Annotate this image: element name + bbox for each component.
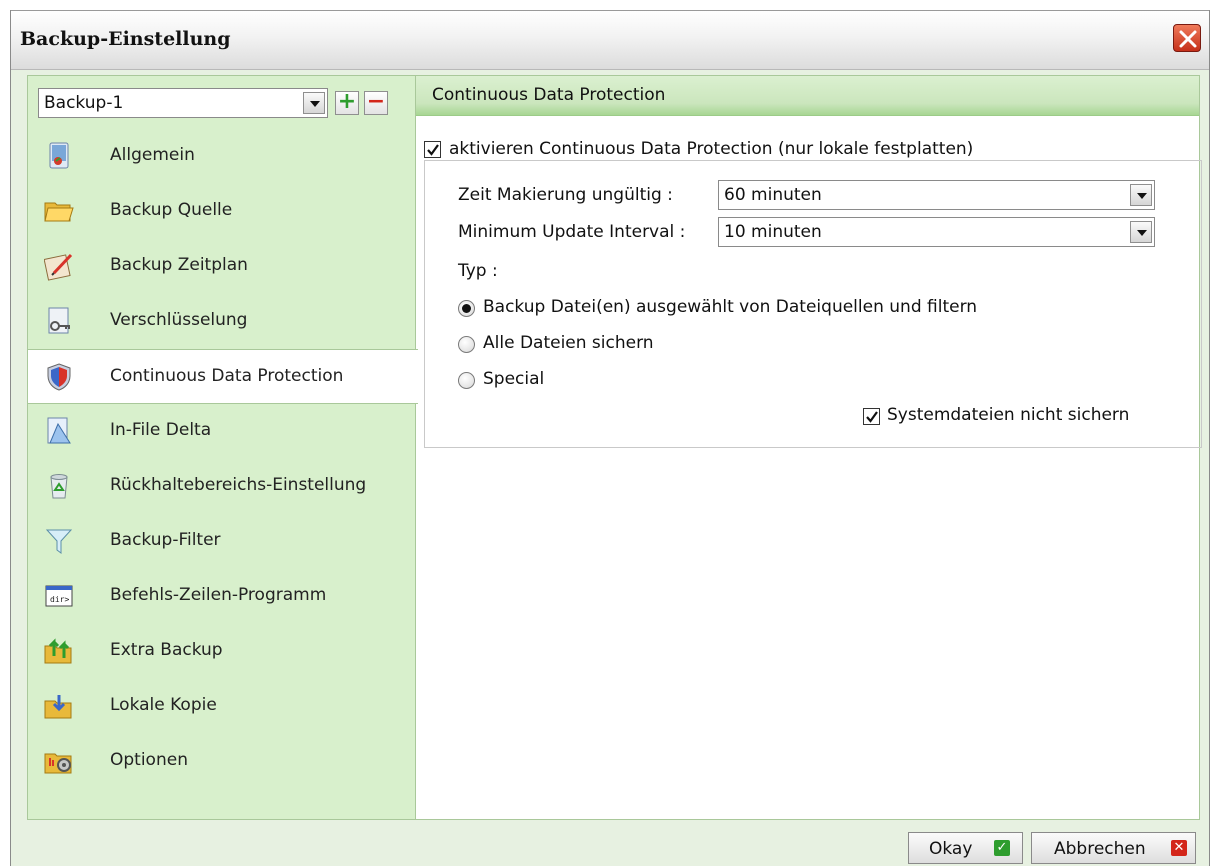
cancel-button-label: Abbrechen [1054,839,1146,859]
sidebar-item-backup-filter[interactable]: Backup-Filter [28,514,415,569]
checkmark-icon [866,411,878,423]
sidebar-item-label: Rückhaltebereichs-Einstellung [110,475,367,495]
type-radio-all-files[interactable] [458,336,475,353]
encryption-key-icon [48,307,70,334]
min-interval-value: 10 minuten [724,222,822,242]
close-icon [1179,30,1197,48]
min-interval-label: Minimum Update Interval : [458,222,686,242]
sidebar-item-extra-backup[interactable]: Extra Backup [28,624,415,679]
sidebar-item-label: Backup-Filter [110,530,221,550]
sidebar-item-label: Backup Quelle [110,200,233,220]
sidebar-item-label: Extra Backup [110,640,223,660]
sidebar-item-local-copy[interactable]: Lokale Kopie [28,679,415,734]
check-icon: ✓ [994,840,1010,856]
type-label-selected-files[interactable]: Backup Datei(en) ausgewählt von Dateique… [483,297,977,317]
sidebar-item-retention[interactable]: Rückhaltebereichs-Einstellung [28,459,415,514]
recycle-bin-icon [50,474,68,499]
type-radio-special[interactable] [458,372,475,389]
sidebar-item-label: Backup Zeitplan [110,255,248,275]
sidebar-item-label: Optionen [110,750,188,770]
sidebar-item-backup-source[interactable]: Backup Quelle [28,184,415,239]
checkmark-icon [427,144,439,156]
sidebar-item-label: In-File Delta [110,420,212,440]
window-title: Backup-Einstellung [20,28,231,50]
title-bar[interactable]: Backup-Einstellung [11,10,1209,70]
sidebar-item-cdp[interactable]: Continuous Data Protection [28,349,418,404]
sidebar-item-command-line[interactable]: dir> Befehls-Zeilen-Programm [28,569,415,624]
chevron-down-icon[interactable] [303,92,325,114]
sidebar-item-label: Befehls-Zeilen-Programm [110,585,327,605]
local-copy-icon [44,695,72,719]
type-radio-selected-files[interactable] [458,300,475,317]
svg-text:dir>: dir> [50,595,69,604]
sidebar-item-in-file-delta[interactable]: In-File Delta [28,404,415,459]
mark-invalid-value: 60 minuten [724,185,822,205]
sidebar-item-encryption[interactable]: Verschlüsselung [28,294,415,349]
profile-select-value: Backup-1 [44,93,124,113]
cancel-button[interactable]: Abbrechen ✕ [1031,832,1196,864]
sidebar-item-backup-schedule[interactable]: Backup Zeitplan [28,239,415,294]
sidebar-item-label: Continuous Data Protection [110,366,344,386]
settings-panel: Continuous Data Protection aktivieren Co… [415,75,1202,820]
general-icon [49,142,69,169]
sidebar-item-label: Allgemein [110,145,195,165]
enable-cdp-label[interactable]: aktivieren Continuous Data Protection (n… [449,139,973,159]
command-line-icon: dir> [45,585,73,607]
ok-button[interactable]: Okay ✓ [908,832,1023,864]
extra-backup-icon [44,638,72,664]
ok-button-label: Okay [929,839,973,859]
schedule-icon [44,253,73,281]
sidebar-item-options[interactable]: Optionen [28,734,415,789]
profile-row: Backup-1 + − [38,88,408,118]
type-label: Typ : [458,261,498,281]
close-button[interactable] [1173,24,1201,52]
options-icon [44,753,72,774]
add-profile-button[interactable]: + [335,91,359,115]
exclude-system-files-checkbox[interactable] [863,408,880,425]
sidebar: Backup-1 + − Allgemein Backup Quelle Bac… [27,75,418,820]
sidebar-nav: Allgemein Backup Quelle Backup Zeitplan [28,129,418,789]
panel-title: Continuous Data Protection [432,85,666,105]
backup-settings-window: Backup-Einstellung Backup-1 + − Allgemei… [10,10,1210,866]
cancel-x-icon: ✕ [1171,840,1187,856]
type-label-special[interactable]: Special [483,369,544,389]
mark-invalid-select[interactable]: 60 minuten [718,180,1155,210]
sidebar-item-general[interactable]: Allgemein [28,129,415,184]
folder-icon [44,202,74,222]
sidebar-item-label: Lokale Kopie [110,695,217,715]
enable-cdp-checkbox[interactable] [424,141,441,158]
filter-icon [45,529,73,554]
remove-profile-button[interactable]: − [364,91,388,115]
exclude-system-files-label[interactable]: Systemdateien nicht sichern [887,405,1129,425]
cdp-options-group: Zeit Makierung ungültig : 60 minuten Min… [424,160,1202,448]
panel-header: Continuous Data Protection [416,76,1199,116]
sidebar-item-label: Verschlüsselung [110,310,248,330]
chevron-down-icon[interactable] [1130,184,1152,206]
delta-icon [47,417,71,444]
chevron-down-icon[interactable] [1130,221,1152,243]
type-label-all-files[interactable]: Alle Dateien sichern [483,333,654,353]
shield-icon [47,363,71,391]
mark-invalid-label: Zeit Makierung ungültig : [458,185,673,205]
min-interval-select[interactable]: 10 minuten [718,217,1155,247]
profile-select[interactable]: Backup-1 [38,88,328,118]
